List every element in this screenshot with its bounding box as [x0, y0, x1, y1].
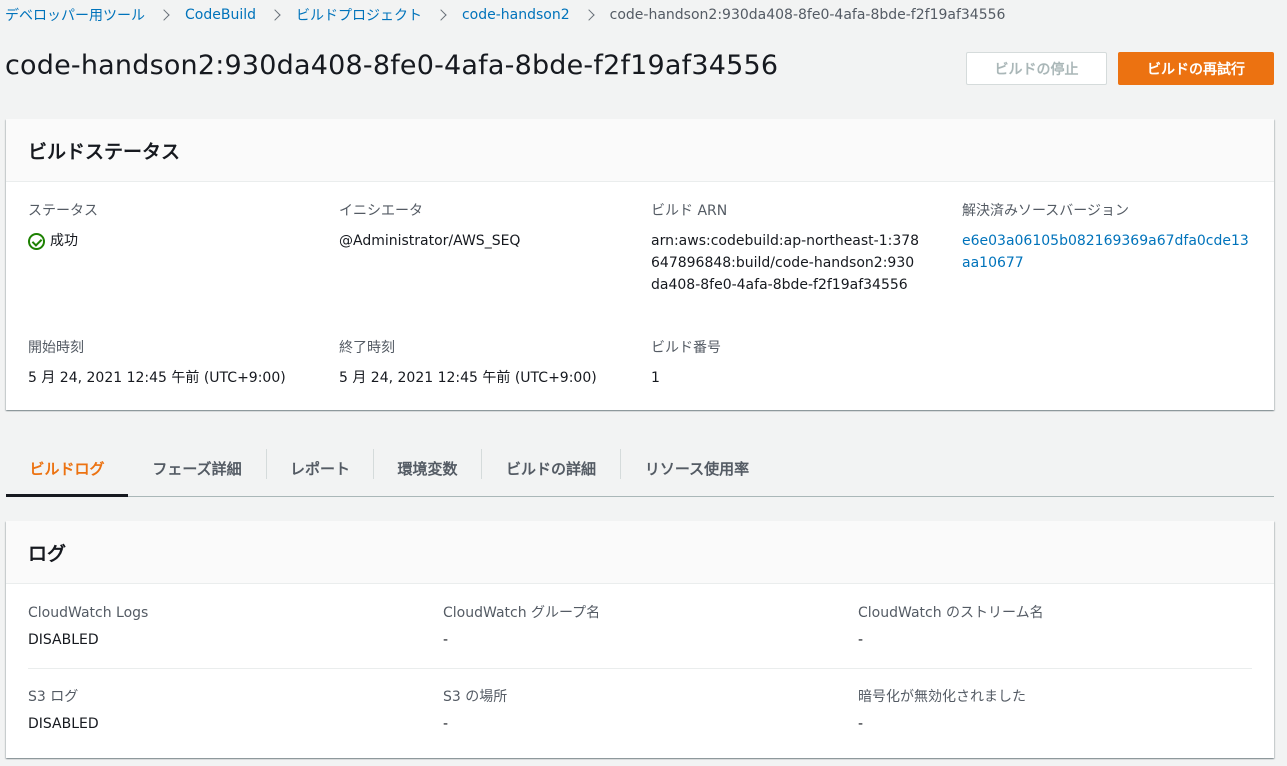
cloudwatch-stream-value: - [858, 632, 864, 648]
build-arn-label: ビルド ARN [651, 203, 728, 219]
chevron-right-icon [158, 9, 170, 21]
tab-build-details[interactable]: ビルドの詳細 [482, 440, 620, 496]
tab-environment-variables[interactable]: 環境変数 [374, 440, 481, 496]
chevron-right-icon [269, 9, 281, 21]
end-time-field: 終了時刻 5 月 24, 2021 12:45 午前 (UTC+9:00) [339, 339, 639, 389]
cloudwatch-stream-field: CloudWatch のストリーム名 - [858, 604, 1248, 648]
cloudwatch-group-value: - [443, 632, 449, 648]
initiator-value: @Administrator/AWS_SEQ [339, 233, 521, 249]
build-status-card: ビルドステータス ステータス 成功 イニシエータ @Administrator/… [6, 119, 1274, 410]
source-version-field: 解決済みソースバージョン e6e03a06105b082169369a67dfa… [962, 202, 1254, 274]
end-time-label: 終了時刻 [339, 340, 395, 356]
start-time-field: 開始時刻 5 月 24, 2021 12:45 午前 (UTC+9:00) [28, 339, 328, 389]
source-version-label: 解決済みソースバージョン [962, 203, 1130, 219]
check-circle-icon [28, 232, 45, 250]
cloudwatch-group-field: CloudWatch グループ名 - [443, 604, 833, 648]
s3-location-field: S3 の場所 - [443, 688, 833, 732]
encryption-value: - [858, 716, 864, 732]
breadcrumb-build-projects[interactable]: ビルドプロジェクト [296, 5, 422, 25]
tab-phase-details[interactable]: フェーズ詳細 [128, 440, 266, 496]
end-time-value: 5 月 24, 2021 12:45 午前 (UTC+9:00) [339, 370, 597, 386]
s3-location-value: - [443, 716, 449, 732]
breadcrumb-codebuild[interactable]: CodeBuild [185, 7, 256, 23]
encryption-label: 暗号化が無効化されました [858, 689, 1026, 705]
s3-logs-label: S3 ログ [28, 689, 79, 705]
status-text: 成功 [50, 233, 78, 249]
initiator-field: イニシエータ @Administrator/AWS_SEQ [339, 202, 629, 252]
tab-resource-utilization[interactable]: リソース使用率 [621, 440, 773, 496]
breadcrumb-project[interactable]: code-handson2 [462, 7, 570, 23]
status-field: ステータス 成功 [28, 202, 318, 252]
tab-build-logs[interactable]: ビルドログ [6, 440, 128, 497]
s3-logs-field: S3 ログ DISABLED [28, 688, 418, 732]
cloudwatch-group-label: CloudWatch グループ名 [443, 605, 601, 621]
source-version-link[interactable]: e6e03a06105b082169369a67dfa0cde13aa10677 [962, 230, 1254, 274]
cloudwatch-logs-label: CloudWatch Logs [28, 605, 149, 621]
build-number-field: ビルド番号 1 [651, 339, 921, 389]
logs-header: ログ [6, 521, 1274, 584]
cloudwatch-logs-value: DISABLED [28, 632, 99, 648]
s3-logs-value: DISABLED [28, 716, 99, 732]
retry-build-button[interactable]: ビルドの再試行 [1118, 52, 1274, 85]
breadcrumb-current: code-handson2:930da408-8fe0-4afa-8bde-f2… [609, 7, 1006, 23]
build-number-value: 1 [651, 370, 660, 386]
build-arn-field: ビルド ARN arn:aws:codebuild:ap-northeast-1… [651, 202, 921, 296]
stop-build-button[interactable]: ビルドの停止 [966, 52, 1107, 85]
breadcrumb: デベロッパー用ツール CodeBuild ビルドプロジェクト code-hand… [5, 4, 1005, 26]
initiator-label: イニシエータ [339, 203, 423, 219]
page-title: code-handson2:930da408-8fe0-4afa-8bde-f2… [5, 50, 779, 81]
chevron-right-icon [582, 9, 595, 21]
build-number-label: ビルド番号 [651, 340, 721, 356]
s3-location-label: S3 の場所 [443, 689, 508, 705]
build-status-header: ビルドステータス [6, 119, 1274, 182]
logs-card: ログ CloudWatch Logs DISABLED CloudWatch グ… [6, 521, 1274, 758]
start-time-value: 5 月 24, 2021 12:45 午前 (UTC+9:00) [28, 370, 286, 386]
row-divider [28, 668, 1252, 669]
status-value: 成功 [28, 230, 318, 252]
tab-reports[interactable]: レポート [267, 440, 373, 496]
encryption-field: 暗号化が無効化されました - [858, 688, 1248, 732]
build-arn-value: arn:aws:codebuild:ap-northeast-1:3786478… [651, 233, 920, 293]
breadcrumb-developer-tools[interactable]: デベロッパー用ツール [5, 5, 145, 25]
start-time-label: 開始時刻 [28, 340, 84, 356]
status-label: ステータス [28, 203, 98, 219]
cloudwatch-stream-label: CloudWatch のストリーム名 [858, 605, 1044, 621]
cloudwatch-logs-field: CloudWatch Logs DISABLED [28, 604, 418, 648]
chevron-right-icon [435, 9, 447, 21]
build-tabs: ビルドログ フェーズ詳細 レポート 環境変数 ビルドの詳細 リソース使用率 [6, 440, 1274, 497]
